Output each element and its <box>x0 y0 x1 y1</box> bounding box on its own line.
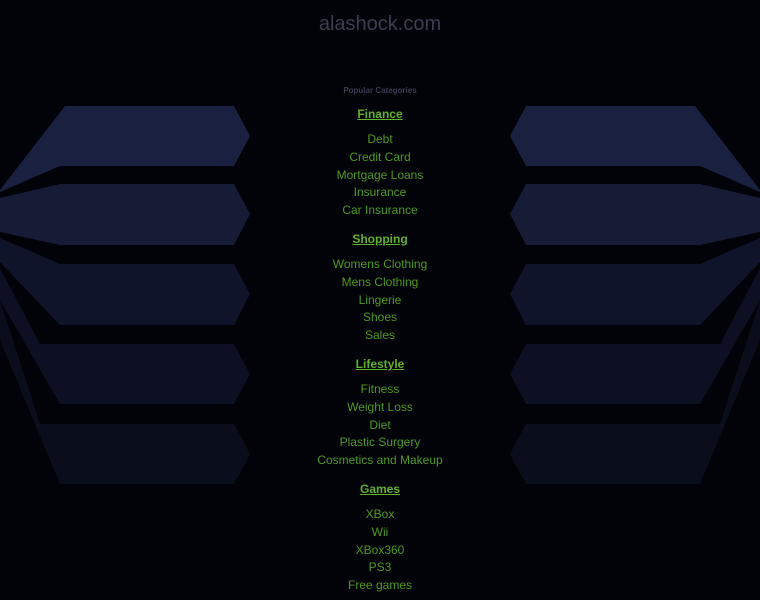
category-link[interactable]: Mortgage Loans <box>230 167 530 185</box>
category-shopping: Shopping Womens Clothing Mens Clothing L… <box>230 229 530 345</box>
category-heading-lifestyle[interactable]: Lifestyle <box>230 354 530 374</box>
left-panel-1 <box>0 106 250 192</box>
right-panels <box>510 106 760 484</box>
category-link[interactable]: XBox <box>230 506 530 524</box>
category-link[interactable]: Womens Clothing <box>230 256 530 274</box>
right-panel-3 <box>510 238 760 325</box>
category-link[interactable]: PS3 <box>230 559 530 577</box>
category-heading-shopping[interactable]: Shopping <box>230 229 530 249</box>
left-panels <box>0 106 250 484</box>
category-link[interactable]: Fitness <box>230 381 530 399</box>
right-panel-2 <box>510 184 760 245</box>
category-link[interactable]: XBox360 <box>230 542 530 560</box>
right-panel-1 <box>510 106 760 192</box>
left-panel-3 <box>0 238 250 325</box>
category-link[interactable]: Insurance <box>230 184 530 202</box>
category-list: Finance Debt Credit Card Mortgage Loans … <box>230 104 530 595</box>
category-link[interactable]: Shoes <box>230 309 530 327</box>
category-link[interactable]: Weight Loss <box>230 399 530 417</box>
category-link[interactable]: Wii <box>230 524 530 542</box>
category-link[interactable]: Mens Clothing <box>230 274 530 292</box>
category-link[interactable]: Car Insurance <box>230 202 530 220</box>
popular-categories-label: Popular Categories <box>343 86 417 95</box>
category-heading-finance[interactable]: Finance <box>230 104 530 124</box>
category-link[interactable]: Plastic Surgery <box>230 434 530 452</box>
category-link[interactable]: Diet <box>230 417 530 435</box>
category-link[interactable]: Free games <box>230 577 530 595</box>
category-link[interactable]: Credit Card <box>230 149 530 167</box>
category-link[interactable]: Debt <box>230 131 530 149</box>
parked-domain-page: alashock.com Popular Categories Finance … <box>0 0 760 600</box>
domain-title: alashock.com <box>318 13 442 35</box>
category-lifestyle: Lifestyle Fitness Weight Loss Diet Plast… <box>230 354 530 470</box>
category-finance: Finance Debt Credit Card Mortgage Loans … <box>230 104 530 220</box>
category-link[interactable]: Sales <box>230 327 530 345</box>
category-link[interactable]: Lingerie <box>230 292 530 310</box>
category-link[interactable]: Cosmetics and Makeup <box>230 452 530 470</box>
category-heading-games[interactable]: Games <box>230 479 530 499</box>
category-games: Games XBox Wii XBox360 PS3 Free games <box>230 479 530 595</box>
left-panel-2 <box>0 184 250 245</box>
